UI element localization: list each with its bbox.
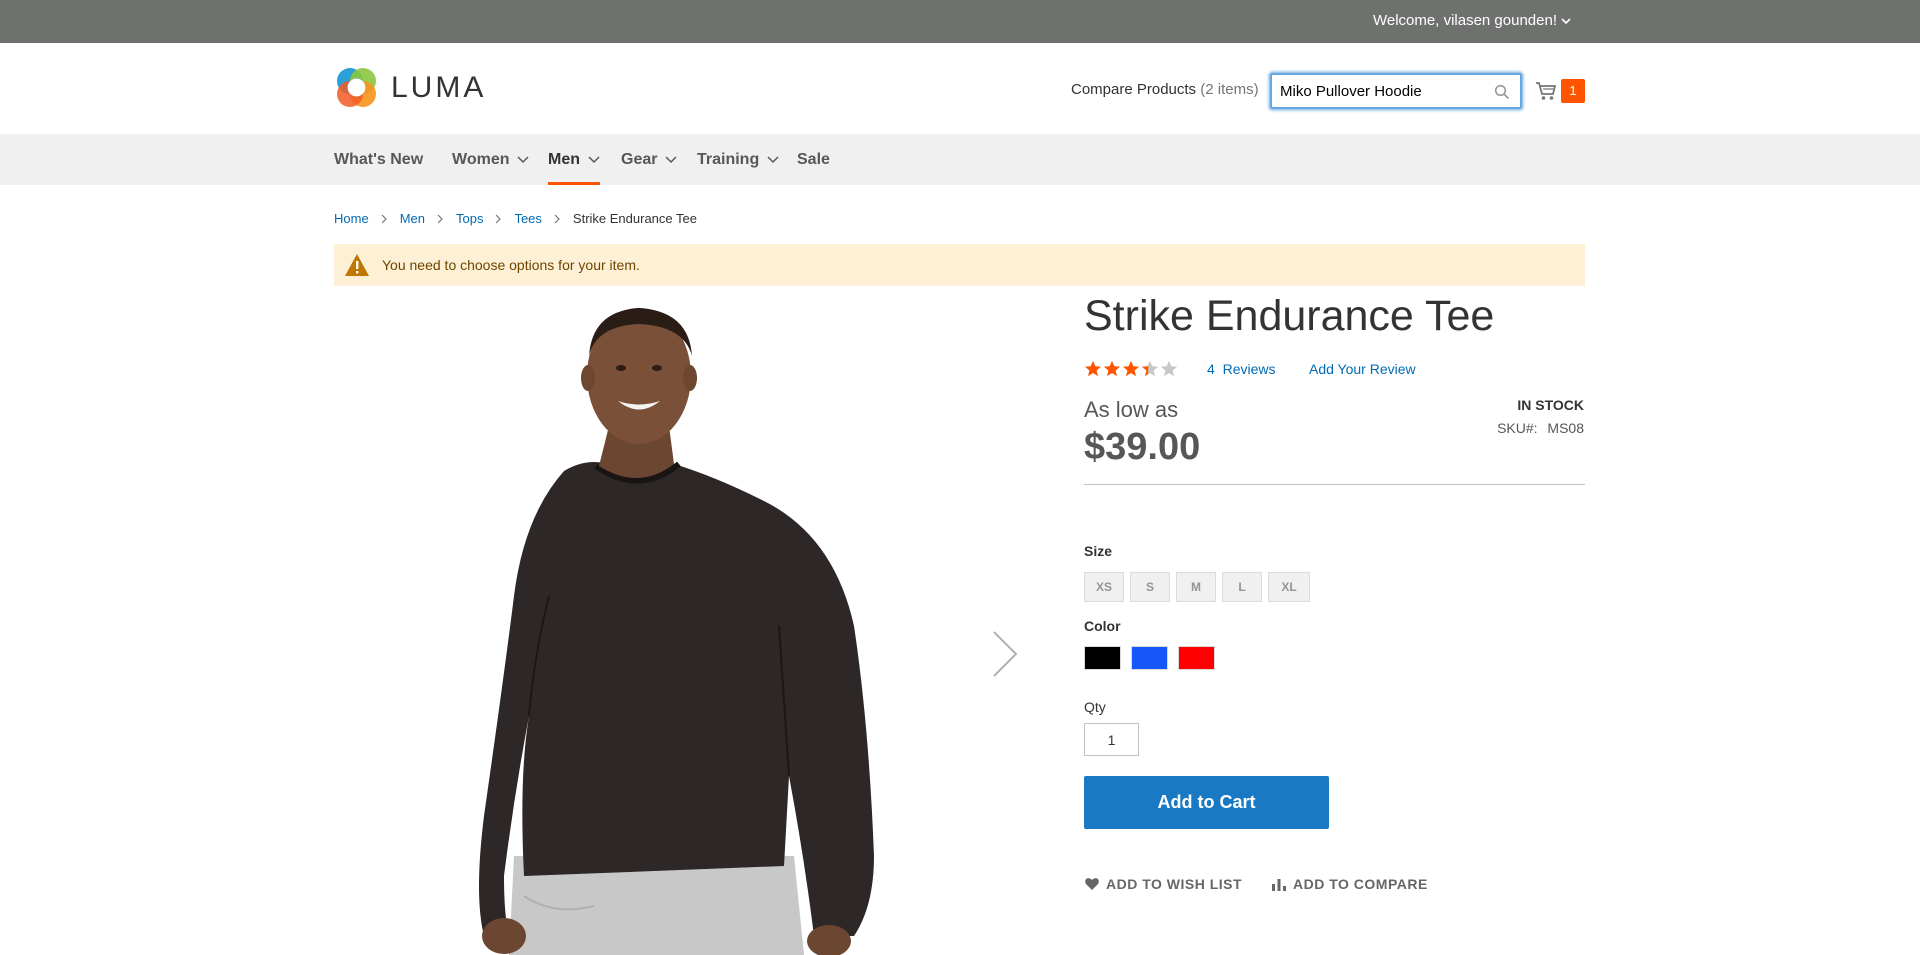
star-filled-icon <box>1084 360 1102 377</box>
nav-item-sale[interactable]: Sale <box>797 134 830 185</box>
compare-products-label: Compare Products <box>1071 81 1197 98</box>
reviews-label: Reviews <box>1222 361 1276 377</box>
nav-item-training[interactable]: Training <box>697 134 779 185</box>
size-option-xs[interactable]: XS <box>1084 572 1124 602</box>
logo-text: LUMA <box>391 70 487 104</box>
product-sku: SKU#: MS08 <box>1497 420 1584 436</box>
gallery-next-arrow-icon[interactable] <box>992 630 1018 678</box>
warning-icon <box>345 254 369 276</box>
customer-menu-toggle[interactable]: Welcome, vilasen gounden! <box>1373 12 1571 29</box>
nav-item-men[interactable]: Men <box>548 134 600 185</box>
breadcrumb-current: Strike Endurance Tee <box>572 211 697 226</box>
rating-stars <box>1084 360 1178 378</box>
nav-item-label: Gear <box>621 151 658 168</box>
search-input[interactable] <box>1272 75 1482 107</box>
star-filled-icon <box>1122 360 1140 377</box>
color-option-blue[interactable] <box>1131 646 1168 670</box>
size-option-xl[interactable]: XL <box>1268 572 1310 602</box>
add-to-cart-button[interactable]: Add to Cart <box>1084 776 1329 829</box>
warning-message-text: You need to choose options for your item… <box>382 257 640 273</box>
add-review-link[interactable]: Add Your Review <box>1309 361 1416 377</box>
star-filled-icon <box>1103 360 1121 377</box>
chevron-down-icon <box>767 155 779 163</box>
product-image <box>479 308 874 955</box>
compare-products-link[interactable]: Compare Products (2 items) <box>1071 81 1259 98</box>
add-to-wishlist-label: Add to Wish List <box>1106 876 1243 892</box>
chevron-right-icon <box>496 214 502 223</box>
sku-label: SKU#: <box>1497 420 1538 436</box>
minicart-button[interactable]: 1 <box>1535 79 1585 103</box>
compare-products-count: (2 items) <box>1200 81 1259 98</box>
luma-logo-icon <box>337 68 376 107</box>
size-label: Size <box>1084 543 1113 559</box>
chevron-down-icon <box>1561 17 1571 24</box>
nav-item-label: What's New <box>334 151 424 168</box>
logo-link[interactable]: LUMA <box>334 65 486 110</box>
bar-chart-icon <box>1272 879 1286 891</box>
chevron-right-icon <box>437 214 443 223</box>
divider <box>1084 484 1585 485</box>
stock-status: In stock <box>1517 397 1584 413</box>
size-swatches: XS S M L XL <box>1084 572 1310 602</box>
nav-item-women[interactable]: Women <box>452 134 530 185</box>
top-panel: Welcome, vilasen gounden! <box>0 0 1920 43</box>
product-title: Strike Endurance Tee <box>1084 292 1495 340</box>
search-box <box>1270 73 1522 109</box>
page-header: LUMA Compare Products (2 items) 1 <box>0 43 1920 134</box>
chevron-right-icon <box>381 214 387 223</box>
qty-label: Qty <box>1084 699 1106 715</box>
size-option-l[interactable]: L <box>1222 572 1262 602</box>
add-to-compare-label: Add to Compare <box>1293 876 1428 892</box>
chevron-right-icon <box>554 214 560 223</box>
shopping-cart-icon <box>1536 82 1557 100</box>
cart-counter-badge: 1 <box>1561 79 1585 103</box>
size-option-m[interactable]: M <box>1176 572 1216 602</box>
sku-value: MS08 <box>1547 420 1584 436</box>
breadcrumb-men[interactable]: Men <box>400 211 425 226</box>
color-swatches <box>1084 646 1215 670</box>
color-label: Color <box>1084 618 1121 634</box>
breadcrumb-tees[interactable]: Tees <box>514 211 541 226</box>
nav-item-whats-new[interactable]: What's New <box>334 134 423 185</box>
warning-message: You need to choose options for your item… <box>334 244 1585 286</box>
nav-item-label: Women <box>452 151 510 168</box>
nav-item-gear[interactable]: Gear <box>621 134 677 185</box>
qty-input[interactable] <box>1084 723 1139 756</box>
chevron-down-icon <box>517 155 530 163</box>
product-gallery <box>334 296 1034 955</box>
star-half-icon <box>1141 360 1159 377</box>
breadcrumb: Home Men Tops Tees Strike Endurance Tee <box>334 211 697 226</box>
add-to-compare-link[interactable]: Add to Compare <box>1271 876 1428 892</box>
nav-item-label: Men <box>548 151 580 168</box>
color-option-red[interactable] <box>1178 646 1215 670</box>
nav-item-label: Training <box>697 151 760 168</box>
reviews-link[interactable]: 4 Reviews <box>1207 361 1275 377</box>
add-to-wishlist-link[interactable]: Add to Wish List <box>1084 876 1242 892</box>
search-icon[interactable] <box>1494 84 1510 100</box>
breadcrumb-home[interactable]: Home <box>334 211 369 226</box>
main-navigation: What's New Women Men Gear Training Sale <box>0 134 1920 185</box>
breadcrumb-tops[interactable]: Tops <box>456 211 483 226</box>
chevron-down-icon <box>588 155 600 163</box>
star-empty-icon <box>1160 360 1178 377</box>
price-label: As low as <box>1084 397 1179 422</box>
welcome-text: Welcome, vilasen gounden! <box>1373 12 1557 29</box>
chevron-down-icon <box>665 155 677 163</box>
nav-item-label: Sale <box>797 151 830 168</box>
color-option-black[interactable] <box>1084 646 1121 670</box>
product-price: $39.00 <box>1084 426 1201 468</box>
heart-icon <box>1085 878 1099 890</box>
reviews-count: 4 <box>1207 361 1215 377</box>
size-option-s[interactable]: S <box>1130 572 1170 602</box>
